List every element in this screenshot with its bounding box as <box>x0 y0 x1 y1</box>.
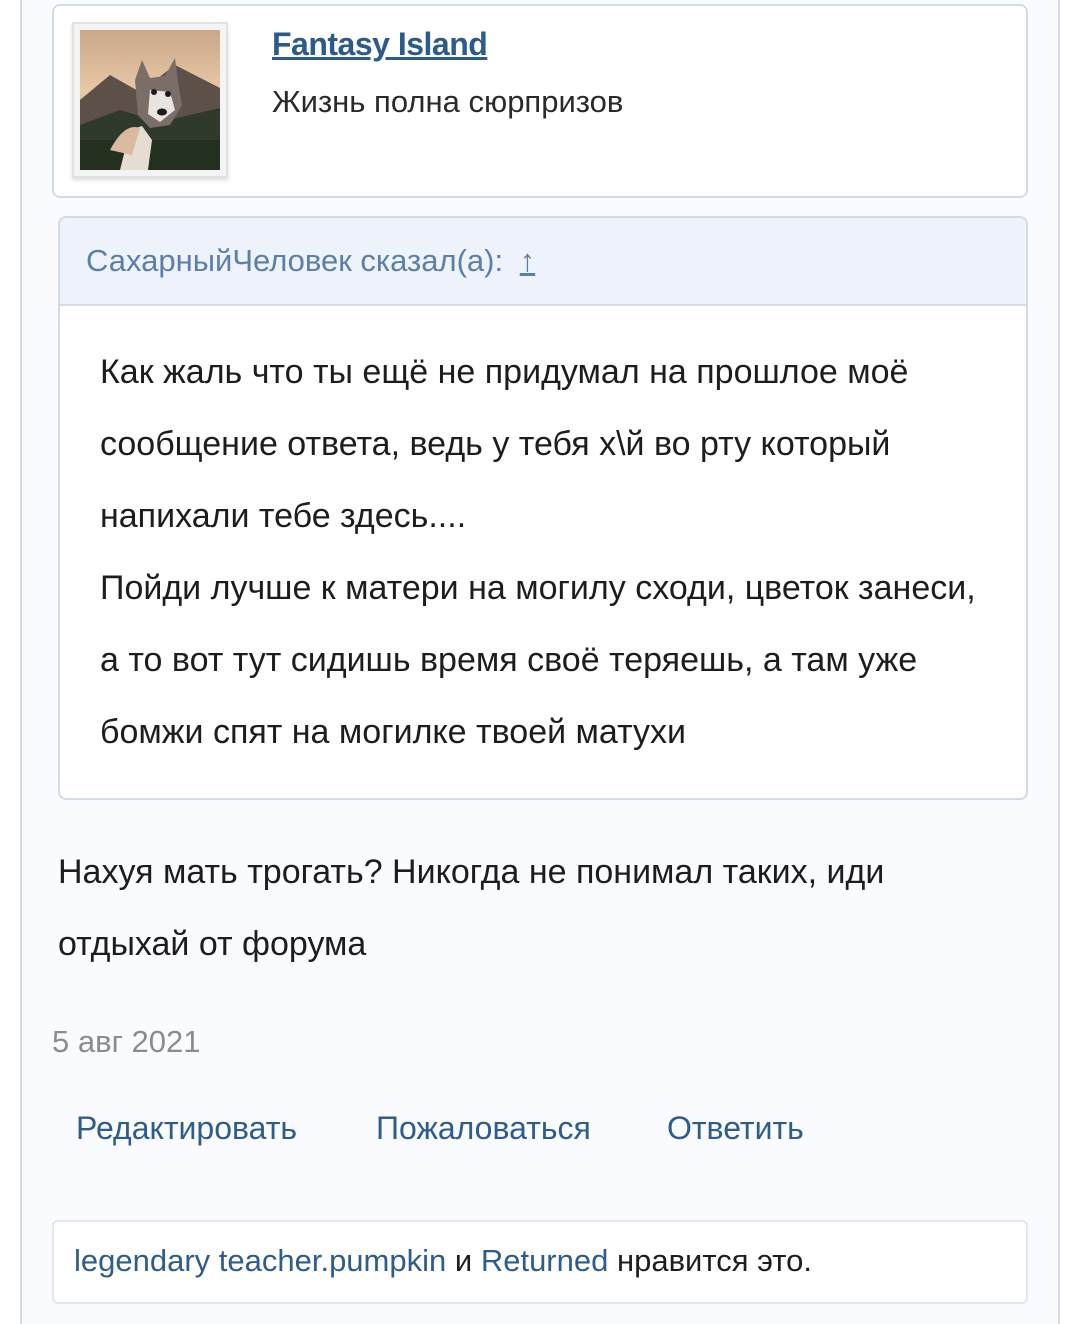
edit-button[interactable]: Редактировать <box>76 1110 297 1147</box>
quote-text: Как жаль что ты ещё не придумал на прошл… <box>100 353 976 751</box>
reply-button[interactable]: Ответить <box>667 1110 804 1147</box>
author-name-link[interactable]: Fantasy Island <box>272 26 488 63</box>
quote-header: СахарныйЧеловек сказал(а): ↑ <box>60 218 1026 306</box>
like-user-link[interactable]: Returned <box>481 1243 609 1278</box>
report-button[interactable]: Пожаловаться <box>376 1110 591 1147</box>
avatar[interactable] <box>72 22 228 178</box>
likes-suffix: нравится это. <box>616 1243 812 1278</box>
jump-to-quote-icon[interactable]: ↑ <box>520 243 536 278</box>
author-status: Жизнь полна сюрпризов <box>272 84 624 119</box>
likes-bar: legendary teacher.pumpkin и Returned нра… <box>52 1220 1028 1304</box>
likes-conjunction: и <box>454 1243 473 1278</box>
dog-avatar-image <box>80 30 220 170</box>
quote-author: СахарныйЧеловек сказал(а): <box>86 243 504 278</box>
post-date[interactable]: 5 авг 2021 <box>52 1024 200 1060</box>
author-card: Fantasy Island Жизнь полна сюрпризов <box>52 4 1028 198</box>
like-user-link[interactable]: legendary teacher.pumpkin <box>74 1243 446 1278</box>
quote-block: СахарныйЧеловек сказал(а): ↑ Как жаль чт… <box>58 216 1028 800</box>
post-message: Нахуя мать трогать? Никогда не понимал т… <box>58 853 885 963</box>
post-actions: Редактировать Пожаловаться Ответить <box>0 1110 1080 1160</box>
